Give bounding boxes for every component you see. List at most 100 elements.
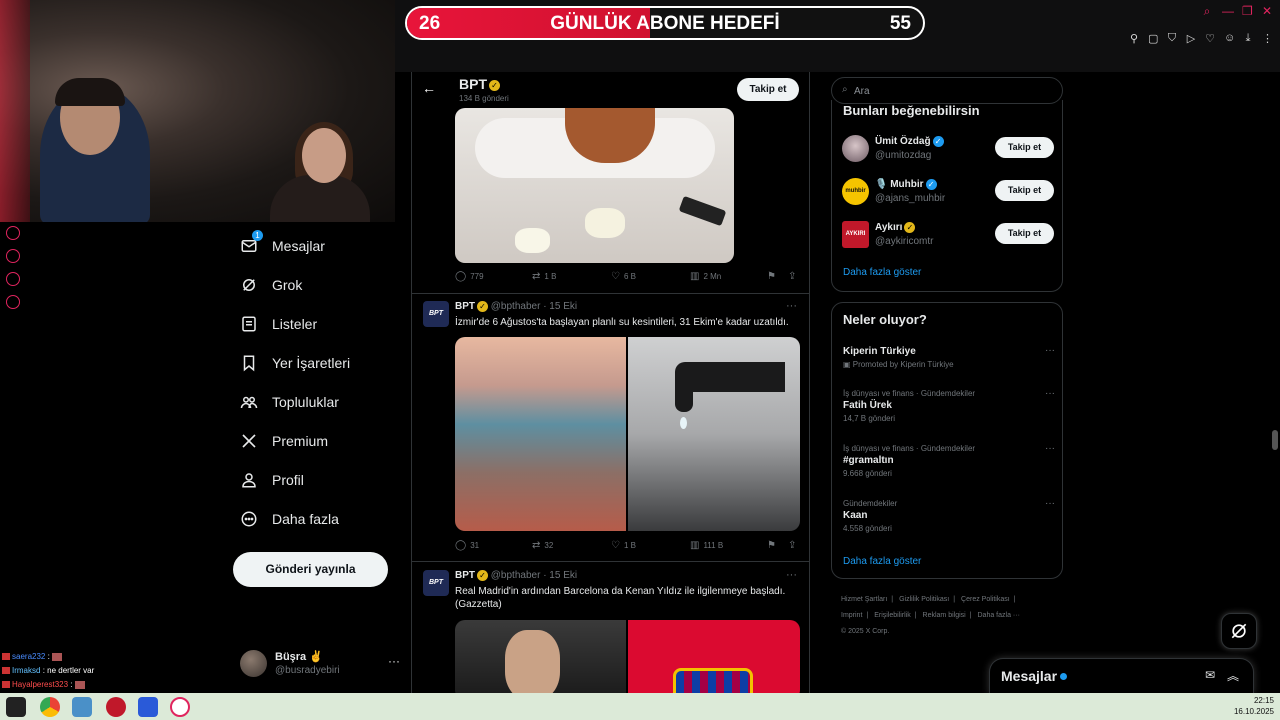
more-icon[interactable]: ··· xyxy=(388,654,400,668)
author-name[interactable]: BPT xyxy=(455,570,475,581)
footer-link[interactable]: Erişilebilirlik xyxy=(874,612,911,619)
trend-item[interactable]: İş dünyası ve finans · Gündemdekiler #gr… xyxy=(843,443,1055,480)
tweet-image[interactable] xyxy=(455,337,800,531)
footer-link[interactable]: Hizmet Şartları xyxy=(841,596,887,603)
screenshot-icon[interactable]: ▢ xyxy=(1148,32,1158,45)
messages-drawer[interactable]: Mesajlar ✉ ︽ xyxy=(989,658,1254,694)
suggested-account[interactable]: AYKIRI Aykırı ✓ @aykiricomtr Takip et xyxy=(842,221,1054,251)
restore-icon[interactable]: ❐ xyxy=(1242,4,1253,19)
author-handle[interactable]: @bpthaber xyxy=(491,570,541,581)
author-handle[interactable]: @bpthaber xyxy=(491,301,541,312)
trend-item[interactable]: İş dünyası ve finans · Gündemdekiler Fat… xyxy=(843,388,1055,425)
app-icon[interactable] xyxy=(72,697,92,717)
more-icon[interactable]: ··· xyxy=(1045,345,1055,356)
download-icon[interactable]: ⤓ xyxy=(1243,32,1253,45)
footer-link[interactable]: Gizlilik Politikası xyxy=(899,596,949,603)
clock-icon[interactable] xyxy=(6,249,20,263)
chat-user: Irmaksd xyxy=(12,666,41,675)
footer-link[interactable]: Reklam bilgisi xyxy=(923,612,966,619)
views-button[interactable]: ▥ 2 Mn xyxy=(690,271,721,282)
nav-item-messages[interactable]: 1 Mesajlar xyxy=(230,226,405,265)
like-button[interactable]: ♡ 1 B xyxy=(611,540,636,551)
follow-button[interactable]: Takip et xyxy=(995,223,1054,244)
tweet-actions: ◯ 31 ⇄ 32 ♡ 1 B ▥ 111 B ⚑ ⇪ xyxy=(455,540,800,554)
menu-icon[interactable]: ⋮ xyxy=(1262,32,1273,45)
suggested-account[interactable]: muhbir 🎙️ Muhbir ✓ @ajans_muhbir Takip et xyxy=(842,178,1054,208)
nav-item-more[interactable]: Daha fazla xyxy=(230,499,405,538)
app-icon[interactable] xyxy=(138,697,158,717)
add-icon[interactable] xyxy=(6,226,20,240)
windows-start-icon[interactable] xyxy=(6,697,26,717)
post-count: 134 B gönderi xyxy=(459,94,509,103)
more-icon[interactable]: ··· xyxy=(786,300,797,312)
tweet-date[interactable]: · 15 Eki xyxy=(543,301,577,312)
history-icon[interactable] xyxy=(6,272,20,286)
back-arrow-icon[interactable]: ← xyxy=(422,80,440,96)
tweet-date[interactable]: · 15 Eki xyxy=(543,570,577,581)
play-icon[interactable]: ▷ xyxy=(1186,32,1196,45)
repost-button[interactable]: ⇄ 32 xyxy=(532,540,553,551)
share-button[interactable]: ⇪ xyxy=(788,271,796,282)
scrollbar[interactable] xyxy=(1270,72,1280,693)
nav-item-grok[interactable]: Grok xyxy=(230,265,405,304)
settings-icon[interactable] xyxy=(6,295,20,309)
expand-icon[interactable]: ︽ xyxy=(1227,667,1239,684)
nav-item-lists[interactable]: Listeler xyxy=(230,304,405,343)
profile-icon[interactable]: ☺ xyxy=(1224,32,1235,45)
more-icon[interactable]: ··· xyxy=(1045,498,1055,509)
more-icon[interactable]: ··· xyxy=(1045,443,1055,454)
tweet-image[interactable] xyxy=(455,108,734,263)
new-message-icon[interactable]: ✉ xyxy=(1205,668,1215,682)
trend-item[interactable]: Gündemdekiler Kaan 4.558 gönderi ··· xyxy=(843,498,1055,535)
scrollbar-thumb[interactable] xyxy=(1272,430,1278,450)
avatar[interactable]: BPT xyxy=(423,301,449,327)
more-icon[interactable]: ··· xyxy=(786,569,797,581)
views-button[interactable]: ▥ 111 B xyxy=(690,540,723,551)
nav-item-bookmarks[interactable]: Yer İşaretleri xyxy=(230,343,405,382)
footer-link[interactable]: Imprint xyxy=(841,612,862,619)
nav-item-communities[interactable]: Topluluklar xyxy=(230,382,405,421)
heart-icon[interactable]: ♡ xyxy=(1205,32,1215,45)
search-bar[interactable]: ⌕ xyxy=(831,77,1063,104)
more-icon[interactable]: ··· xyxy=(1045,388,1055,399)
tweet-image[interactable] xyxy=(455,620,800,693)
footer-link[interactable]: Daha fazla ··· xyxy=(978,612,1020,619)
suggested-account[interactable]: Ümit Özdağ ✓ @umitozdag Takip et xyxy=(842,135,1054,165)
share-icon: ⇪ xyxy=(788,540,797,551)
post-button[interactable]: Gönderi yayınla xyxy=(233,552,388,587)
trend-title: #gramaltın xyxy=(843,455,894,466)
trend-item[interactable]: Kiperin Türkiye ▣ Promoted by Kiperin Tü… xyxy=(843,345,1055,371)
author-name[interactable]: BPT xyxy=(455,301,475,312)
nav-item-premium[interactable]: Premium xyxy=(230,421,405,460)
grok-button[interactable] xyxy=(1221,613,1257,649)
app-icon[interactable] xyxy=(106,697,126,717)
subscriber-goal-banner: GÜNLÜK ABONE HEDEFİ 26 55 xyxy=(405,6,925,40)
follow-button[interactable]: Takip et xyxy=(737,78,799,101)
avatar[interactable]: BPT xyxy=(423,570,449,596)
opera-icon[interactable] xyxy=(170,697,190,717)
share-button[interactable]: ⇪ xyxy=(788,540,796,551)
like-button[interactable]: ♡ 6 B xyxy=(611,271,636,282)
follow-button[interactable]: Takip et xyxy=(995,137,1054,158)
show-more-link[interactable]: Daha fazla göster xyxy=(843,556,921,567)
account-switcher[interactable]: Büşra ✌️ @busradyebiri ··· xyxy=(240,648,400,680)
reply-button[interactable]: ◯ 31 xyxy=(455,540,479,551)
shield-icon[interactable]: ⛉ xyxy=(1167,32,1177,45)
follow-button[interactable]: Takip et xyxy=(995,180,1054,201)
repost-button[interactable]: ⇄ 1 B xyxy=(532,271,556,282)
close-icon[interactable]: ✕ xyxy=(1262,4,1272,19)
nav-item-profile[interactable]: Profil xyxy=(230,460,405,499)
goal-target: 55 xyxy=(889,13,911,34)
show-more-link[interactable]: Daha fazla göster xyxy=(843,267,921,278)
reply-button[interactable]: ◯ 779 xyxy=(455,271,484,282)
pin-icon[interactable]: ⚲ xyxy=(1129,32,1139,45)
bookmark-button[interactable]: ⚑ xyxy=(767,271,776,282)
bookmark-button[interactable]: ⚑ xyxy=(767,540,776,551)
search-input[interactable] xyxy=(854,82,1054,100)
repost-count: 32 xyxy=(544,541,554,550)
trend-context: İş dünyası ve finans · Gündemdekiler xyxy=(843,444,976,453)
footer-link[interactable]: Çerez Politikası xyxy=(961,596,1010,603)
search-icon[interactable]: ⌕ xyxy=(1202,4,1212,19)
minimize-icon[interactable]: — xyxy=(1222,4,1234,19)
chrome-icon[interactable] xyxy=(40,697,60,717)
